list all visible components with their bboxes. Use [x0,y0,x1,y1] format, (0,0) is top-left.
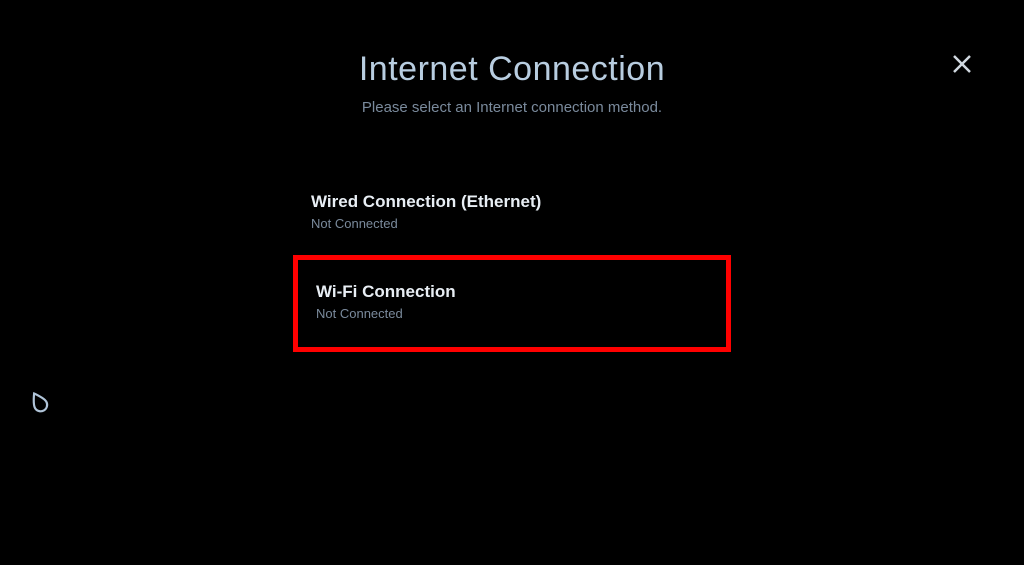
option-status: Not Connected [316,306,708,321]
option-wired-ethernet[interactable]: Wired Connection (Ethernet) Not Connecte… [293,174,731,249]
close-button[interactable] [948,52,976,80]
option-status: Not Connected [311,216,713,231]
page-subtitle: Please select an Internet connection met… [0,99,1024,116]
option-wifi[interactable]: Wi-Fi Connection Not Connected [293,255,731,352]
water-drop-icon [26,389,52,415]
page-title: Internet Connection [0,50,1024,89]
option-title: Wired Connection (Ethernet) [311,192,713,212]
connection-options: Wired Connection (Ethernet) Not Connecte… [0,174,1024,352]
close-icon [950,52,974,81]
option-title: Wi-Fi Connection [316,282,708,302]
header: Internet Connection Please select an Int… [0,0,1024,116]
